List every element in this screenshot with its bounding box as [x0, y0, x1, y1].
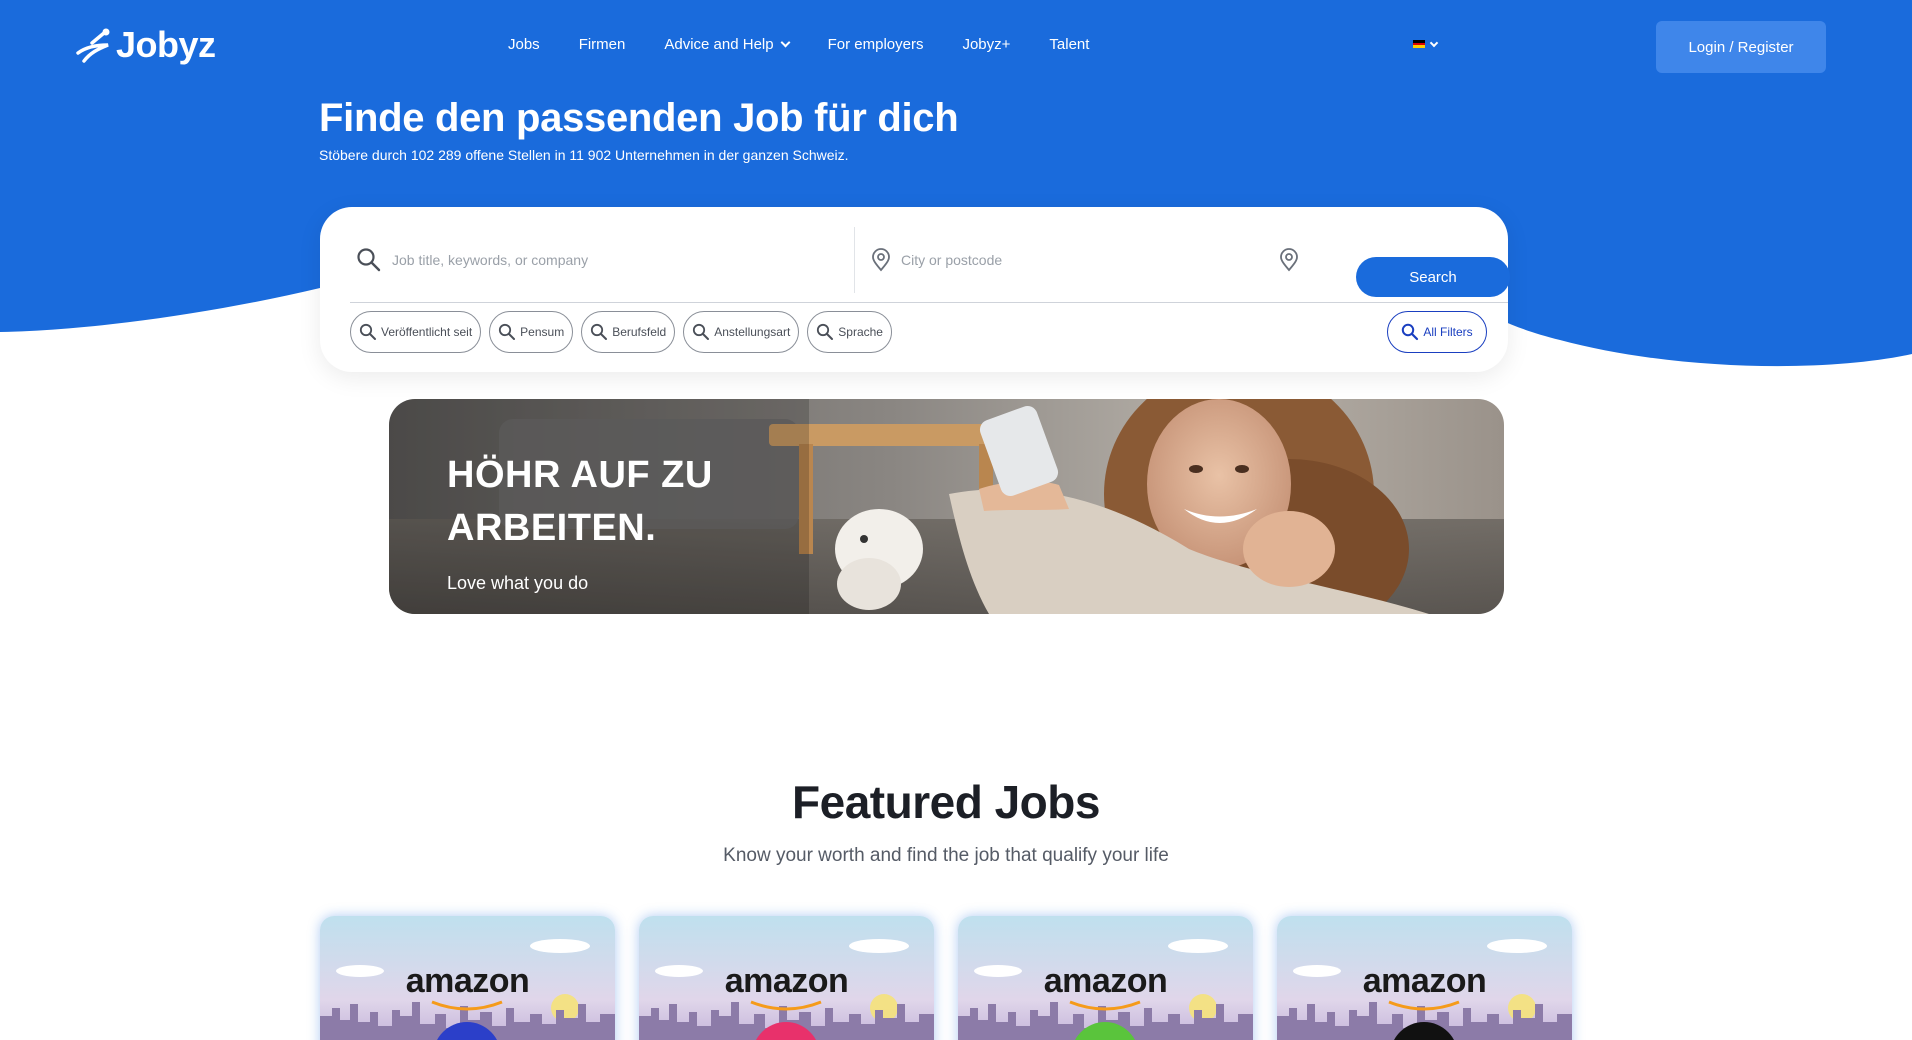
- logo[interactable]: Jobyz: [74, 24, 216, 66]
- filter-chip-label: Veröffentlicht seit: [381, 325, 473, 339]
- filter-chips: Veröffentlicht seit Pensum Berufsfeld An…: [350, 311, 892, 353]
- job-card[interactable]: amazon: [639, 916, 934, 1040]
- job-card[interactable]: amazon: [958, 916, 1253, 1040]
- location-search-field: [854, 227, 1298, 293]
- search-icon: [359, 323, 376, 340]
- filter-chip-anstellungsart[interactable]: Anstellungsart: [683, 311, 800, 353]
- de-flag-icon: [1413, 40, 1425, 49]
- nav-jobs[interactable]: Jobs: [508, 36, 540, 53]
- search-icon: [1402, 323, 1419, 341]
- chevron-down-icon: [1429, 38, 1439, 47]
- search-icon: [357, 248, 381, 272]
- nav-advice-label: Advice and Help: [664, 36, 774, 53]
- location-input[interactable]: [901, 252, 1231, 268]
- nav-talent[interactable]: Talent: [1049, 36, 1089, 53]
- featured-jobs-subtitle: Know your worth and find the job that qu…: [723, 845, 1169, 866]
- filter-chip-pensum[interactable]: Pensum: [489, 311, 574, 353]
- nav-advice-and-help[interactable]: Advice and Help: [664, 36, 791, 53]
- nav-jobyz-plus-label: Jobyz+: [962, 36, 1011, 53]
- banner-subtitle: Love what you do: [447, 573, 589, 593]
- location-pin-icon[interactable]: [1279, 248, 1299, 272]
- logo-text: Jobyz: [116, 24, 216, 65]
- filter-chip-label: Berufsfeld: [612, 325, 667, 339]
- search-icon: [817, 323, 834, 340]
- job-keywords-input[interactable]: [392, 252, 772, 268]
- search-icon: [693, 323, 710, 340]
- company-logo-text: amazon: [724, 962, 849, 1000]
- filter-chip-sprache[interactable]: Sprache: [807, 311, 892, 353]
- nav-jobyz-plus[interactable]: Jobyz+: [962, 36, 1010, 53]
- filter-chip-berufsfeld[interactable]: Berufsfeld: [581, 311, 676, 353]
- search-button[interactable]: Search: [1356, 257, 1510, 297]
- banner-title: HÖHR AUF ZU ARBEITEN.: [447, 454, 713, 549]
- job-card[interactable]: amazon: [320, 916, 615, 1040]
- hero-title: Finde den passenden Job für dich: [319, 96, 959, 140]
- company-logo-text: amazon: [1362, 962, 1487, 1000]
- site-header: Jobyz Jobs Firmen Advice and Help For em…: [0, 0, 1912, 92]
- all-filters-label: All Filters: [1423, 325, 1473, 339]
- hero-subtitle: Stöbere durch 102 289 offene Stellen in …: [319, 147, 849, 163]
- search-icon: [499, 323, 516, 340]
- nav-firmen-label: Firmen: [578, 36, 626, 53]
- featured-jobs-title: Featured Jobs: [792, 776, 1100, 828]
- language-selector[interactable]: [1413, 38, 1439, 49]
- featured-job-cards: amazon amazon amazon amazon: [320, 916, 1572, 1040]
- nav-for-employers[interactable]: For employers: [828, 36, 924, 53]
- search-icon: [591, 323, 608, 340]
- filter-chip-veroeffentlicht-seit[interactable]: Veröffentlicht seit: [350, 311, 482, 353]
- nav-jobs-label: Jobs: [508, 36, 540, 53]
- company-logo-text: amazon: [405, 962, 530, 1000]
- job-search-field: [350, 227, 822, 293]
- company-logo-text: amazon: [1043, 962, 1168, 1000]
- all-filters-button[interactable]: All Filters: [1387, 311, 1487, 353]
- runner-logo-icon: [76, 28, 110, 63]
- main-nav: Jobs Firmen Advice and Help For employer…: [508, 36, 1128, 53]
- location-pin-icon: [872, 248, 890, 272]
- filter-chip-label: Pensum: [520, 325, 565, 339]
- promo-banner[interactable]: HÖHR AUF ZU ARBEITEN. Love what you do: [389, 399, 1504, 614]
- search-card: Search Veröffentlicht seit Pensum Berufs…: [320, 207, 1510, 372]
- nav-firmen[interactable]: Firmen: [579, 36, 626, 53]
- nav-talent-label: Talent: [1049, 36, 1090, 53]
- login-register-button[interactable]: Login / Register: [1656, 21, 1826, 73]
- job-card[interactable]: amazon: [1277, 916, 1572, 1040]
- filter-chip-label: Anstellungsart: [714, 325, 791, 339]
- filter-chip-label: Sprache: [838, 325, 883, 339]
- search-row: Search: [350, 227, 1510, 303]
- chevron-down-icon: [780, 37, 791, 48]
- nav-employers-label: For employers: [827, 36, 924, 53]
